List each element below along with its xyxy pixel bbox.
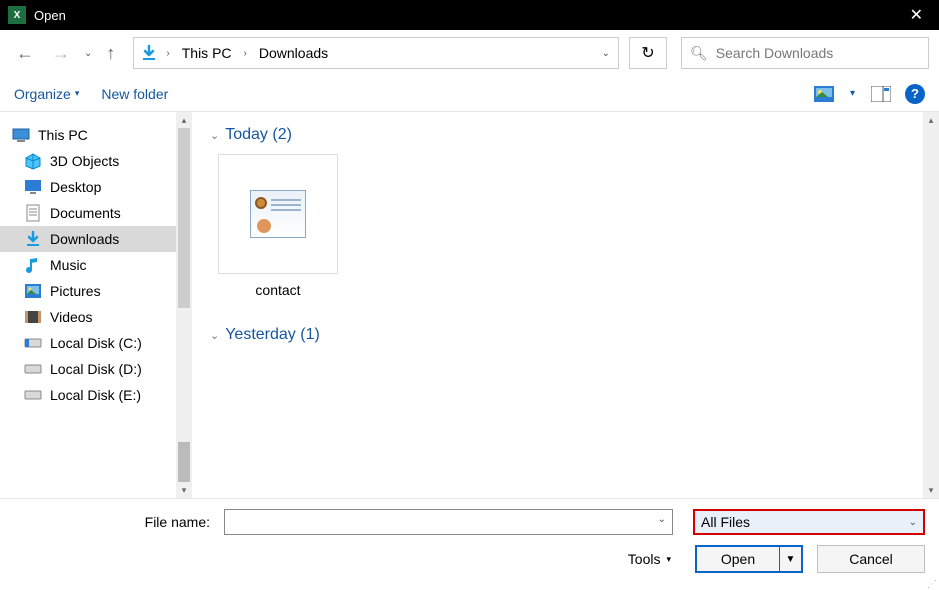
organize-menu[interactable]: Organize▾ bbox=[14, 86, 79, 102]
group-yesterday[interactable]: ⌄ Yesterday (1) bbox=[210, 322, 921, 354]
download-icon bbox=[24, 230, 42, 248]
disk-icon bbox=[24, 386, 42, 404]
file-list-pane: ⌄ Today (2) contact ⌄ Yeste bbox=[192, 112, 939, 498]
view-dropdown[interactable]: ▾ bbox=[848, 86, 857, 101]
search-placeholder: Search Downloads bbox=[716, 45, 834, 61]
forward-button[interactable]: → bbox=[46, 41, 76, 66]
tree-downloads[interactable]: Downloads bbox=[0, 226, 178, 252]
desktop-icon bbox=[24, 178, 42, 196]
navigation-row: ← → ⌄ ↑ › This PC › Downloads ⌄ ↻ 🔍︎ Sea… bbox=[0, 30, 939, 76]
tree-local-disk-d[interactable]: Local Disk (D:) bbox=[0, 356, 178, 382]
scroll-down-icon[interactable]: ▾ bbox=[176, 482, 192, 498]
scroll-up-icon[interactable]: ▴ bbox=[923, 112, 939, 128]
tree-scroll-thumb[interactable] bbox=[178, 128, 190, 308]
excel-app-icon: X bbox=[8, 6, 26, 24]
dialog-footer: File name: ⌄ All Files ⌄ Tools ▾ Open ▼ … bbox=[0, 498, 939, 590]
filename-label: File name: bbox=[14, 514, 214, 530]
chevron-down-icon: ⌄ bbox=[909, 517, 917, 528]
filetype-dropdown[interactable]: All Files ⌄ bbox=[693, 509, 925, 535]
view-thumbnails-button[interactable] bbox=[814, 86, 834, 102]
disk-icon bbox=[24, 334, 42, 352]
video-icon bbox=[24, 308, 42, 326]
pc-icon bbox=[12, 126, 30, 144]
address-dropdown[interactable]: ⌄ bbox=[600, 46, 612, 61]
breadcrumb-downloads[interactable]: Downloads bbox=[255, 43, 332, 63]
tree-music[interactable]: Music bbox=[0, 252, 178, 278]
new-folder-button[interactable]: New folder bbox=[101, 86, 168, 102]
chevron-down-icon: ⌄ bbox=[210, 129, 219, 142]
open-button[interactable]: Open ▼ bbox=[695, 545, 803, 573]
tree-3d-objects[interactable]: 3D Objects bbox=[0, 148, 178, 174]
file-label: contact bbox=[218, 274, 338, 298]
back-button[interactable]: ← bbox=[10, 41, 40, 66]
resize-grip[interactable]: ⋰ bbox=[927, 582, 937, 588]
document-icon bbox=[24, 204, 42, 222]
filename-input[interactable]: ⌄ bbox=[224, 509, 673, 535]
group-today[interactable]: ⌄ Today (2) bbox=[210, 122, 921, 154]
cancel-button[interactable]: Cancel bbox=[817, 545, 925, 573]
disk-icon bbox=[24, 360, 42, 378]
scroll-up-icon[interactable]: ▴ bbox=[176, 112, 192, 128]
scroll-down-icon[interactable]: ▾ bbox=[923, 482, 939, 498]
content-scrollbar[interactable]: ▴ ▾ bbox=[923, 112, 939, 498]
history-dropdown[interactable]: ⌄ bbox=[82, 46, 94, 61]
tree-desktop[interactable]: Desktop bbox=[0, 174, 178, 200]
file-contact[interactable]: contact bbox=[218, 154, 338, 298]
help-button[interactable]: ? bbox=[905, 84, 925, 104]
tree-pictures[interactable]: Pictures bbox=[0, 278, 178, 304]
file-grid-today: contact bbox=[210, 154, 921, 322]
close-button[interactable]: ✕ bbox=[902, 5, 931, 25]
chevron-right-icon[interactable]: › bbox=[164, 48, 171, 59]
downloads-folder-icon bbox=[140, 44, 158, 62]
tree-scrollbar[interactable]: ▴ ▾ bbox=[176, 112, 192, 498]
chevron-down-icon: ⌄ bbox=[210, 329, 219, 342]
open-dropdown[interactable]: ▼ bbox=[779, 547, 801, 571]
cube-icon bbox=[24, 152, 42, 170]
chevron-right-icon[interactable]: › bbox=[242, 48, 249, 59]
refresh-button[interactable]: ↻ bbox=[629, 37, 667, 69]
picture-icon bbox=[24, 282, 42, 300]
tree-this-pc[interactable]: This PC bbox=[0, 122, 178, 148]
tree-documents[interactable]: Documents bbox=[0, 200, 178, 226]
address-bar[interactable]: › This PC › Downloads ⌄ bbox=[133, 37, 619, 69]
window-title: Open bbox=[34, 8, 902, 23]
navigation-pane: This PC 3D Objects Desktop Documents Dow… bbox=[0, 112, 192, 498]
chevron-down-icon[interactable]: ⌄ bbox=[658, 514, 666, 525]
search-input[interactable]: 🔍︎ Search Downloads bbox=[681, 37, 929, 69]
command-bar: Organize▾ New folder ▾ ? bbox=[0, 76, 939, 112]
file-thumbnail bbox=[218, 154, 338, 274]
preview-pane-button[interactable] bbox=[871, 86, 891, 102]
music-icon bbox=[24, 256, 42, 274]
main-area: This PC 3D Objects Desktop Documents Dow… bbox=[0, 112, 939, 498]
tree-scroll-thumb-lower[interactable] bbox=[178, 442, 190, 482]
breadcrumb-this-pc[interactable]: This PC bbox=[178, 43, 236, 63]
search-icon: 🔍︎ bbox=[690, 45, 708, 62]
titlebar: X Open ✕ bbox=[0, 0, 939, 30]
tree-local-disk-c[interactable]: Local Disk (C:) bbox=[0, 330, 178, 356]
tree-local-disk-e[interactable]: Local Disk (E:) bbox=[0, 382, 178, 408]
up-button[interactable]: ↑ bbox=[100, 41, 121, 66]
tree-videos[interactable]: Videos bbox=[0, 304, 178, 330]
tools-menu[interactable]: Tools ▾ bbox=[628, 551, 671, 567]
